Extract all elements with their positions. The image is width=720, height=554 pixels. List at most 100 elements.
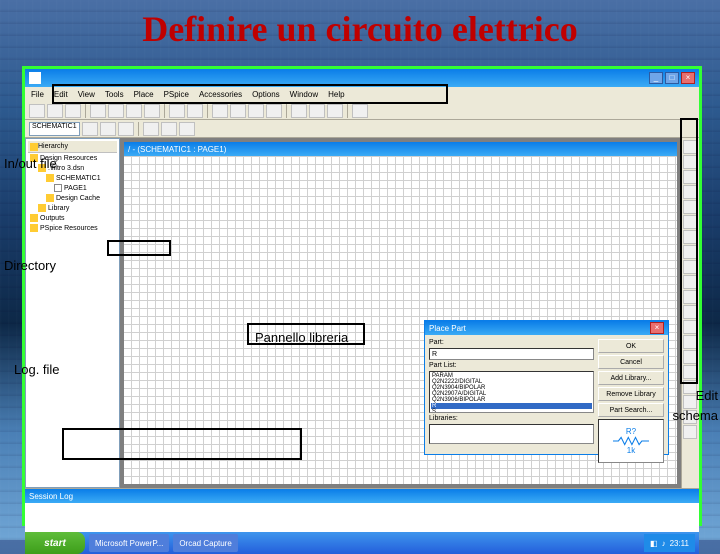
place-netalias-icon[interactable] bbox=[683, 185, 697, 199]
view-results-icon[interactable] bbox=[118, 122, 134, 136]
tree-page[interactable]: PAGE1 bbox=[64, 185, 87, 192]
menu-file[interactable]: File bbox=[31, 90, 44, 99]
preview-value: 1k bbox=[627, 446, 635, 455]
place-ellipse-icon[interactable] bbox=[683, 395, 697, 409]
part-list[interactable]: PARAM Q2N2222/DIGITAL Q2N3904/BIPOLAR Q2… bbox=[429, 371, 594, 413]
minimize-button[interactable]: _ bbox=[649, 72, 663, 84]
menu-help[interactable]: Help bbox=[328, 90, 344, 99]
zoom-out-icon[interactable] bbox=[230, 104, 246, 118]
current-probe-icon[interactable] bbox=[161, 122, 177, 136]
toolbar-sim: SCHEMATIC1 bbox=[25, 120, 699, 138]
select-icon[interactable] bbox=[683, 140, 697, 154]
tree-project[interactable]: .\filtro 3.dsn bbox=[48, 165, 84, 172]
zoom-area-icon[interactable] bbox=[248, 104, 264, 118]
close-button[interactable]: × bbox=[681, 72, 695, 84]
part-search-button[interactable]: Part Search... bbox=[598, 403, 664, 417]
sim-profile-icon[interactable] bbox=[82, 122, 98, 136]
tree-pspice[interactable]: PSpice Resources bbox=[40, 225, 98, 232]
preview-ref: R? bbox=[626, 427, 636, 436]
folder-icon bbox=[38, 164, 46, 172]
place-arc-icon[interactable] bbox=[683, 410, 697, 424]
session-log-title: Session Log bbox=[29, 492, 73, 501]
place-part-icon[interactable] bbox=[683, 155, 697, 169]
menu-view[interactable]: View bbox=[78, 90, 95, 99]
place-ground-icon[interactable] bbox=[683, 260, 697, 274]
project-tree[interactable]: Hierarchy Design Resources .\filtro 3.ds… bbox=[25, 138, 120, 488]
zoom-in-icon[interactable] bbox=[212, 104, 228, 118]
menu-accessories[interactable]: Accessories bbox=[199, 90, 242, 99]
copy-icon[interactable] bbox=[126, 104, 142, 118]
add-library-button[interactable]: Add Library... bbox=[598, 371, 664, 385]
menu-options[interactable]: Options bbox=[252, 90, 280, 99]
document-titlebar: / - (SCHEMATIC1 : PAGE1) bbox=[124, 142, 677, 156]
remove-library-button[interactable]: Remove Library bbox=[598, 387, 664, 401]
libraries-label: Libraries: bbox=[429, 415, 594, 422]
save-icon[interactable] bbox=[65, 104, 81, 118]
page-icon bbox=[54, 184, 62, 192]
taskbar-item-orcad[interactable]: Orcad Capture bbox=[173, 534, 237, 552]
tree-tab[interactable]: Hierarchy bbox=[38, 143, 68, 150]
place-text-icon[interactable] bbox=[683, 425, 697, 439]
marker-i-icon[interactable] bbox=[309, 104, 325, 118]
cancel-button[interactable]: Cancel bbox=[598, 355, 664, 369]
tree-cache[interactable]: Design Cache bbox=[56, 195, 100, 202]
app-icon bbox=[29, 72, 41, 84]
place-polyline-icon[interactable] bbox=[683, 365, 697, 379]
tree-root[interactable]: Design Resources bbox=[40, 155, 97, 162]
place-hierpin-icon[interactable] bbox=[683, 305, 697, 319]
zoom-fit-icon[interactable] bbox=[266, 104, 282, 118]
menu-tools[interactable]: Tools bbox=[105, 90, 124, 99]
folder-icon bbox=[46, 194, 54, 202]
list-item[interactable]: S bbox=[431, 409, 592, 413]
start-button[interactable]: start bbox=[25, 532, 85, 554]
folder-icon bbox=[38, 204, 46, 212]
menu-pspice[interactable]: PSpice bbox=[164, 90, 189, 99]
place-line-icon[interactable] bbox=[683, 350, 697, 364]
ok-button[interactable]: OK bbox=[598, 339, 664, 353]
place-junction-icon[interactable] bbox=[683, 215, 697, 229]
document-title: / - (SCHEMATIC1 : PAGE1) bbox=[128, 145, 226, 154]
redo-icon[interactable] bbox=[187, 104, 203, 118]
place-toolbar bbox=[681, 138, 699, 488]
place-power-icon[interactable] bbox=[683, 245, 697, 259]
paste-icon[interactable] bbox=[144, 104, 160, 118]
place-offpage-icon[interactable] bbox=[683, 320, 697, 334]
new-icon[interactable] bbox=[29, 104, 45, 118]
library-list[interactable] bbox=[429, 424, 594, 444]
print-icon[interactable] bbox=[90, 104, 106, 118]
undo-icon[interactable] bbox=[169, 104, 185, 118]
marker-w-icon[interactable] bbox=[327, 104, 343, 118]
taskbar-item-powerpoint[interactable]: Microsoft PowerP... bbox=[89, 534, 169, 552]
place-bus-icon[interactable] bbox=[683, 200, 697, 214]
power-probe-icon[interactable] bbox=[179, 122, 195, 136]
tree-library[interactable]: Library bbox=[48, 205, 69, 212]
slide-title: Definire un circuito elettrico bbox=[0, 8, 720, 50]
menu-edit[interactable]: Edit bbox=[54, 90, 68, 99]
schematic-dropdown[interactable]: SCHEMATIC1 bbox=[29, 122, 80, 136]
folder-icon bbox=[46, 174, 54, 182]
resistor-icon bbox=[613, 436, 649, 446]
open-icon[interactable] bbox=[47, 104, 63, 118]
cut-icon[interactable] bbox=[108, 104, 124, 118]
menu-place[interactable]: Place bbox=[134, 90, 154, 99]
menu-window[interactable]: Window bbox=[290, 90, 318, 99]
tree-schematic[interactable]: SCHEMATIC1 bbox=[56, 175, 101, 182]
dialog-close-button[interactable]: × bbox=[650, 322, 664, 334]
help-icon[interactable] bbox=[352, 104, 368, 118]
folder-icon bbox=[30, 143, 38, 151]
maximize-button[interactable]: □ bbox=[665, 72, 679, 84]
folder-icon bbox=[30, 224, 38, 232]
place-wire-icon[interactable] bbox=[683, 170, 697, 184]
run-icon[interactable] bbox=[100, 122, 116, 136]
place-rect-icon[interactable] bbox=[683, 380, 697, 394]
place-noconnect-icon[interactable] bbox=[683, 335, 697, 349]
place-hierport-icon[interactable] bbox=[683, 290, 697, 304]
part-input[interactable] bbox=[429, 348, 594, 360]
system-tray[interactable]: ◧ ♪ 23:11 bbox=[644, 534, 695, 552]
place-busentry-icon[interactable] bbox=[683, 230, 697, 244]
marker-v-icon[interactable] bbox=[291, 104, 307, 118]
voltage-probe-icon[interactable] bbox=[143, 122, 159, 136]
toolbar-main bbox=[25, 102, 699, 120]
tree-outputs[interactable]: Outputs bbox=[40, 215, 65, 222]
place-hierblock-icon[interactable] bbox=[683, 275, 697, 289]
